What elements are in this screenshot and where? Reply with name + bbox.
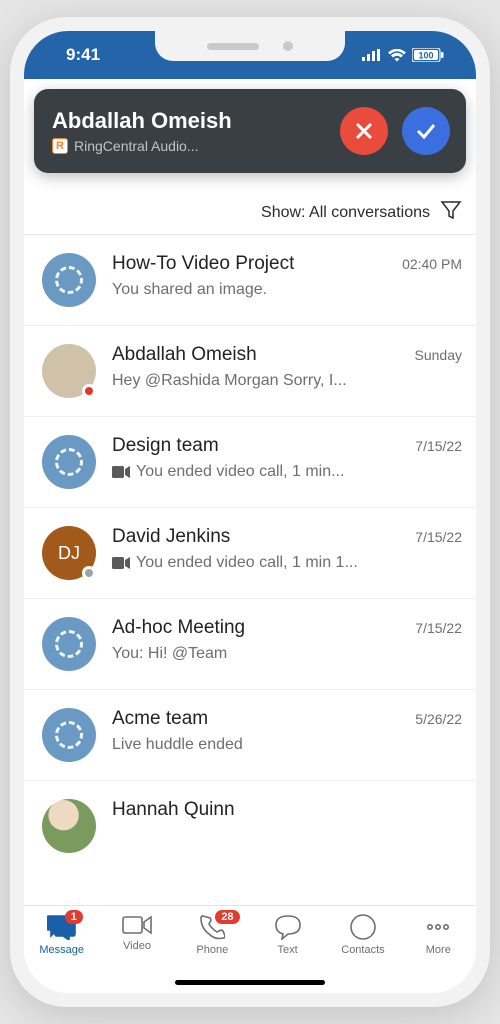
- video-icon: [112, 466, 130, 478]
- status-time: 9:41: [66, 45, 100, 65]
- front-camera: [283, 41, 293, 51]
- conversation-time: 7/15/22: [415, 529, 462, 545]
- speaker-grille: [207, 43, 259, 50]
- phone-screen: 9:41 100 Abdallah Omeish R RingCentral A…: [24, 31, 476, 993]
- group-avatar: [42, 253, 96, 307]
- conversation-title: How-To Video Project: [112, 253, 294, 275]
- conversation-title: Design team: [112, 435, 219, 457]
- contacts-icon: [350, 914, 376, 940]
- filter-label[interactable]: Show: All conversations: [261, 204, 430, 222]
- check-icon: [414, 119, 438, 143]
- status-icons: 100: [362, 48, 444, 62]
- group-avatar: [42, 617, 96, 671]
- conversation-item[interactable]: Ad-hoc Meeting 7/15/22 You: Hi! @Team: [24, 599, 476, 690]
- conversation-preview: Live huddle ended: [112, 736, 462, 754]
- nav-label: Phone: [196, 944, 228, 956]
- conversation-time: 02:40 PM: [402, 256, 462, 272]
- content-area: Show: All conversations How-To Video Pro…: [24, 191, 476, 905]
- call-actions: [340, 107, 450, 155]
- x-icon: [353, 120, 375, 142]
- conversation-preview: You ended video call, 1 min 1...: [112, 554, 462, 572]
- user-avatar: [42, 344, 96, 398]
- initials-avatar: DJ: [42, 526, 96, 580]
- svg-text:100: 100: [418, 51, 433, 61]
- group-avatar: [42, 708, 96, 762]
- conversation-title: Abdallah Omeish: [112, 344, 257, 366]
- filter-row: Show: All conversations: [24, 191, 476, 235]
- conversation-time: 7/15/22: [415, 438, 462, 454]
- caller-name: Abdallah Omeish: [52, 108, 232, 134]
- conversation-item[interactable]: Abdallah Omeish Sunday Hey @Rashida Morg…: [24, 326, 476, 417]
- status-bar: 9:41 100: [24, 31, 476, 79]
- filter-icon[interactable]: [440, 199, 462, 226]
- call-info: Abdallah Omeish R RingCentral Audio...: [52, 108, 232, 154]
- conversation-item[interactable]: How-To Video Project 02:40 PM You shared…: [24, 235, 476, 326]
- accept-call-button[interactable]: [402, 107, 450, 155]
- conversation-item[interactable]: DJ David Jenkins 7/15/22 You ended video…: [24, 508, 476, 599]
- battery-icon: 100: [412, 48, 444, 62]
- conversation-time: 7/15/22: [415, 620, 462, 636]
- home-indicator[interactable]: [175, 980, 325, 985]
- badge: 28: [215, 910, 239, 924]
- conversation-time: 5/26/22: [415, 711, 462, 727]
- bottom-nav: 1 Message Video 28 Phone Text Contacts: [24, 905, 476, 993]
- nav-label: Video: [123, 940, 151, 952]
- conversation-title: Ad-hoc Meeting: [112, 617, 245, 639]
- conversation-preview: You ended video call, 1 min...: [112, 463, 462, 481]
- decline-call-button[interactable]: [340, 107, 388, 155]
- nav-more[interactable]: More: [403, 914, 473, 956]
- conversation-title: Acme team: [112, 708, 208, 730]
- presence-indicator: [82, 566, 96, 580]
- conversation-list[interactable]: How-To Video Project 02:40 PM You shared…: [24, 235, 476, 859]
- notch: [155, 31, 345, 61]
- conversation-preview: You shared an image.: [112, 281, 462, 299]
- conversation-preview: Hey @Rashida Morgan Sorry, I...: [112, 372, 462, 390]
- cellular-icon: [362, 49, 382, 61]
- nav-label: More: [426, 944, 451, 956]
- nav-label: Text: [278, 944, 298, 956]
- nav-message[interactable]: 1 Message: [27, 914, 97, 956]
- conversation-title: Hannah Quinn: [112, 799, 235, 821]
- video-icon: [122, 914, 152, 936]
- conversation-title: David Jenkins: [112, 526, 230, 548]
- badge: 1: [65, 910, 83, 924]
- phone-frame: 9:41 100 Abdallah Omeish R RingCentral A…: [10, 17, 490, 1007]
- nav-phone[interactable]: 28 Phone: [177, 914, 247, 956]
- nav-text[interactable]: Text: [253, 914, 323, 956]
- nav-video[interactable]: Video: [102, 914, 172, 952]
- incoming-call-banner: Abdallah Omeish R RingCentral Audio...: [34, 89, 466, 173]
- ringcentral-icon: R: [52, 138, 68, 154]
- more-icon: [424, 914, 452, 940]
- user-avatar: [42, 799, 96, 853]
- nav-label: Message: [39, 944, 84, 956]
- nav-label: Contacts: [341, 944, 384, 956]
- conversation-item[interactable]: Hannah Quinn: [24, 781, 476, 859]
- conversation-preview: You: Hi! @Team: [112, 645, 462, 663]
- video-icon: [112, 557, 130, 569]
- text-icon: [274, 914, 302, 940]
- presence-indicator: [82, 384, 96, 398]
- call-subtitle: RingCentral Audio...: [74, 138, 199, 154]
- conversation-time: Sunday: [415, 347, 462, 363]
- nav-contacts[interactable]: Contacts: [328, 914, 398, 956]
- group-avatar: [42, 435, 96, 489]
- conversation-item[interactable]: Design team 7/15/22 You ended video call…: [24, 417, 476, 508]
- wifi-icon: [388, 49, 406, 62]
- conversation-item[interactable]: Acme team 5/26/22 Live huddle ended: [24, 690, 476, 781]
- call-subtitle-row: R RingCentral Audio...: [52, 138, 232, 154]
